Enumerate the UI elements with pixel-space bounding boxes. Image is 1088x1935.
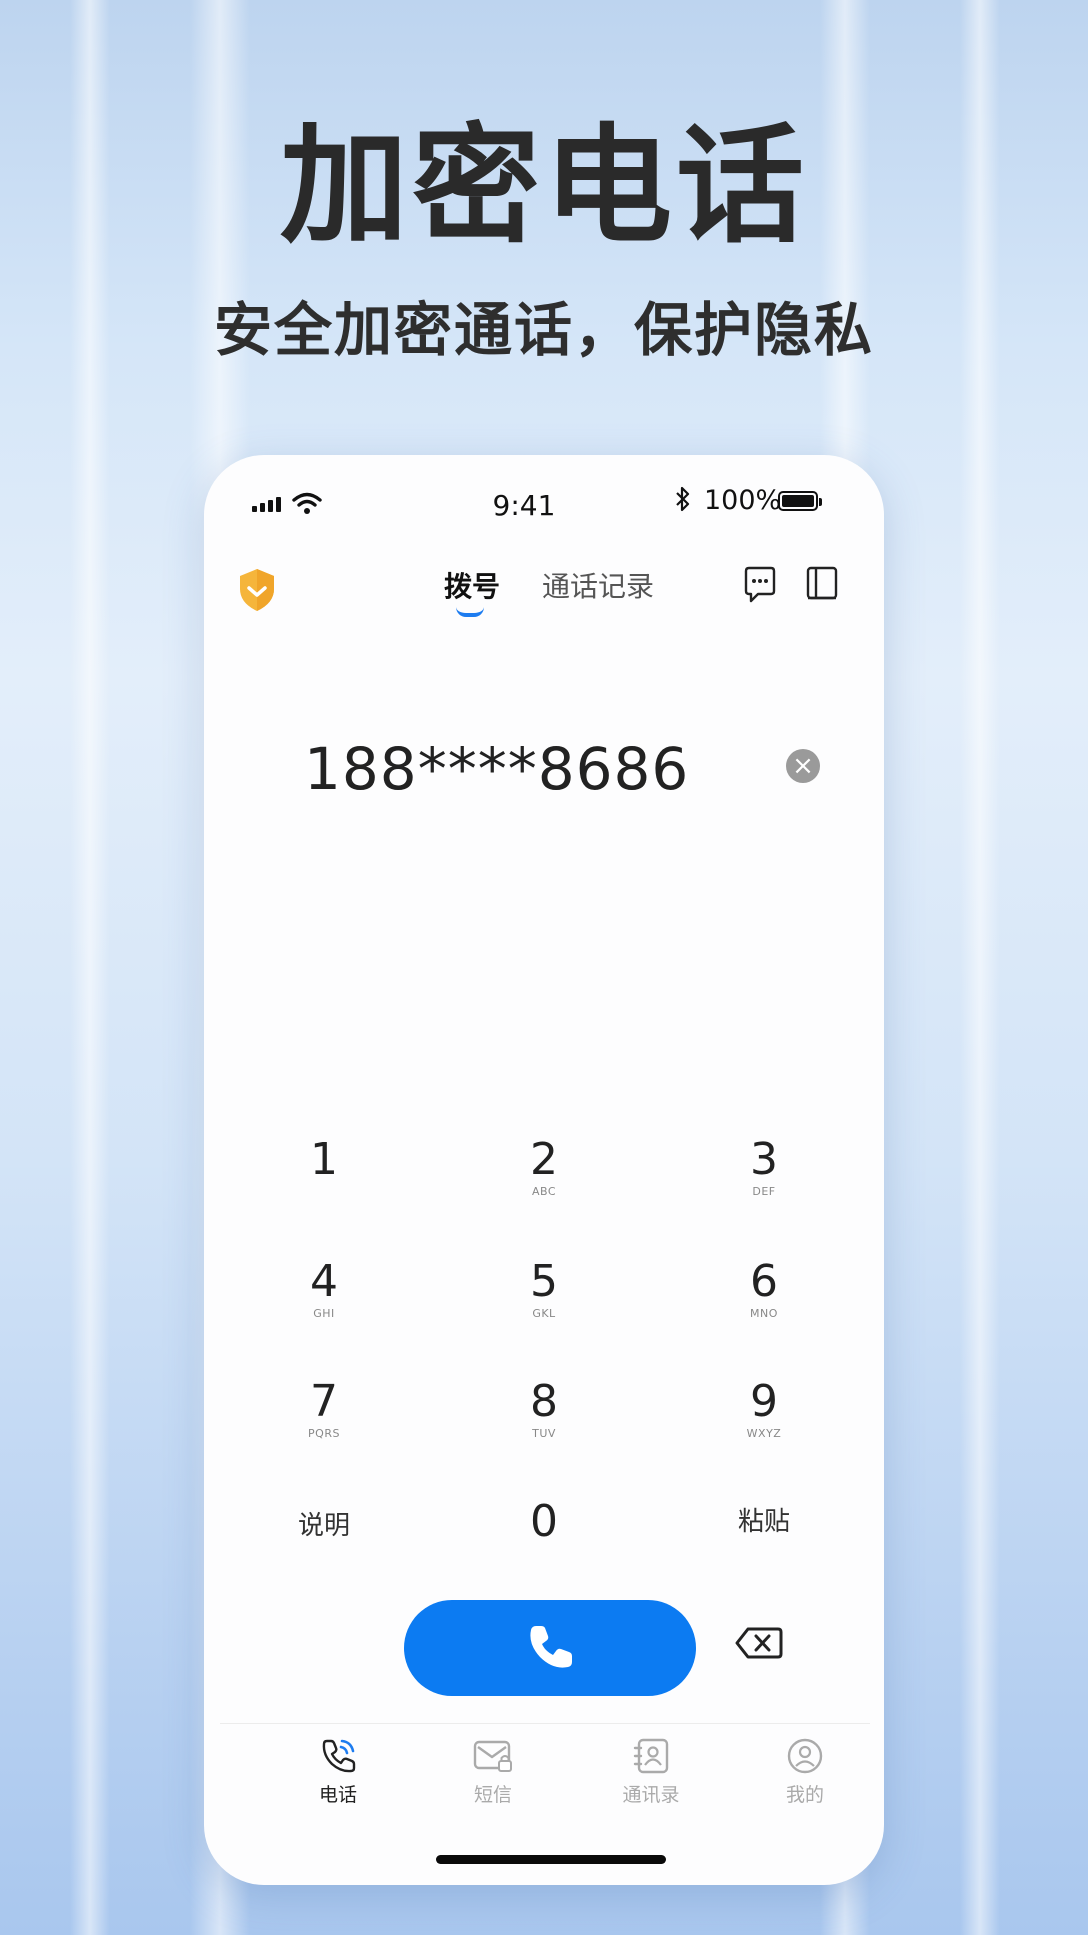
phone-frame: 9:41 100% 拨号 通话记录 188****8686 × 1 2 ABC … bbox=[204, 455, 884, 1885]
key-6[interactable]: 6 MNO bbox=[694, 1257, 834, 1347]
key-7[interactable]: 7 PQRS bbox=[254, 1377, 394, 1467]
tab-dial[interactable]: 拨号 bbox=[444, 565, 500, 605]
promo-title: 加密电话 bbox=[279, 112, 808, 261]
header: 拨号 通话记录 bbox=[204, 555, 884, 635]
clear-number-button[interactable]: × bbox=[786, 749, 820, 783]
backspace-icon[interactable] bbox=[734, 1623, 784, 1663]
tabbar-item-profile[interactable]: 我的 bbox=[745, 1736, 865, 1807]
tabbar-item-sms[interactable]: 短信 bbox=[433, 1736, 553, 1807]
shield-icon[interactable] bbox=[236, 567, 278, 613]
battery-percent: 100% bbox=[704, 485, 782, 516]
phone-icon bbox=[530, 1626, 572, 1668]
dialed-number: 188****8686 bbox=[304, 735, 690, 803]
wifi-icon bbox=[292, 492, 322, 514]
key-1[interactable]: 1 bbox=[254, 1135, 394, 1225]
tab-call-records[interactable]: 通话记录 bbox=[542, 565, 654, 605]
number-display: 188****8686 × bbox=[204, 735, 884, 815]
profile-icon bbox=[787, 1738, 823, 1774]
sms-icon bbox=[473, 1740, 512, 1772]
key-4[interactable]: 4 GHI bbox=[254, 1257, 394, 1347]
tab-indicator bbox=[456, 607, 484, 617]
home-indicator bbox=[436, 1855, 666, 1864]
key-5[interactable]: 5 GKL bbox=[474, 1257, 614, 1347]
call-button[interactable] bbox=[404, 1600, 696, 1696]
book-icon[interactable] bbox=[804, 565, 840, 605]
key-2[interactable]: 2 ABC bbox=[474, 1135, 614, 1225]
promo-subtitle: 安全加密通话，保护隐私 bbox=[213, 296, 874, 364]
signal-icon bbox=[252, 497, 281, 512]
tabbar-item-phone[interactable]: 电话 bbox=[278, 1736, 398, 1807]
status-bar: 9:41 100% bbox=[204, 455, 884, 545]
status-time: 9:41 bbox=[492, 489, 556, 522]
key-0[interactable]: 0 bbox=[474, 1497, 614, 1587]
key-3[interactable]: 3 DEF bbox=[694, 1135, 834, 1225]
phone-icon bbox=[322, 1739, 356, 1773]
bluetooth-icon bbox=[676, 486, 690, 512]
tabbar-item-contacts[interactable]: 通讯录 bbox=[591, 1736, 711, 1807]
bottom-tabbar: 电话 短信 通讯录 我的 bbox=[220, 1723, 870, 1833]
battery-icon bbox=[778, 491, 822, 511]
instructions-button[interactable]: 说明 bbox=[254, 1491, 394, 1581]
key-9[interactable]: 9 WXYZ bbox=[694, 1377, 834, 1467]
key-8[interactable]: 8 TUV bbox=[474, 1377, 614, 1467]
paste-button[interactable]: 粘贴 bbox=[694, 1487, 834, 1577]
contacts-icon bbox=[633, 1738, 669, 1774]
message-icon[interactable] bbox=[742, 565, 778, 605]
